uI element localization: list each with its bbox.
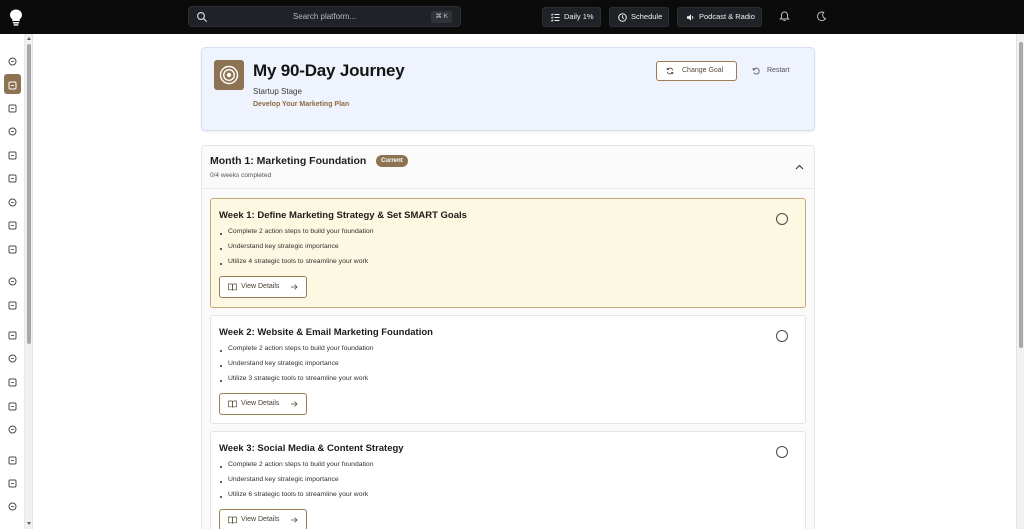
month-progress: 0/4 weeks completed bbox=[210, 172, 272, 179]
month-title: Month 1: Marketing Foundation bbox=[210, 155, 367, 167]
user-icon[interactable] bbox=[8, 479, 17, 488]
bullet-item: Complete 2 action steps to build your fo… bbox=[219, 461, 373, 476]
chevron-up-icon[interactable] bbox=[795, 163, 804, 172]
user-plus-icon[interactable] bbox=[8, 502, 17, 511]
bullet-item: Understand key strategic importance bbox=[219, 360, 373, 375]
main-content: My 90-Day Journey Startup Stage Develop … bbox=[34, 34, 1016, 529]
view-details-label: View Details bbox=[241, 283, 280, 290]
layers-icon[interactable] bbox=[8, 127, 17, 136]
refresh-icon bbox=[666, 67, 674, 75]
month-header[interactable]: Month 1: Marketing Foundation Current 0/… bbox=[202, 146, 814, 189]
book-open-icon bbox=[228, 516, 237, 524]
change-goal-button[interactable]: Change Goal bbox=[656, 61, 737, 81]
bullet-item: Utilize 3 strategic tools to streamline … bbox=[219, 375, 373, 390]
rotate-ccw-icon bbox=[752, 67, 760, 75]
view-details-label: View Details bbox=[241, 516, 280, 523]
week-title: Week 2: Website & Email Marketing Founda… bbox=[219, 327, 433, 338]
bullet-item: Complete 2 action steps to build your fo… bbox=[219, 345, 373, 360]
calendar-icon[interactable] bbox=[8, 198, 17, 207]
status-badge: Current bbox=[376, 155, 408, 167]
week-card: Week 2: Website & Email Marketing Founda… bbox=[210, 315, 806, 424]
view-details-label: View Details bbox=[241, 400, 280, 407]
video-icon[interactable] bbox=[8, 221, 17, 230]
book-open-icon bbox=[228, 400, 237, 408]
lightbulb-logo-icon[interactable] bbox=[9, 9, 23, 26]
bell-icon[interactable] bbox=[779, 11, 790, 22]
target-icon bbox=[214, 60, 244, 90]
search-shortcut: ⌘ K bbox=[431, 11, 452, 23]
briefcase-icon[interactable] bbox=[8, 104, 17, 113]
scroll-down-arrow-icon[interactable] bbox=[27, 522, 31, 525]
bullet-item: Understand key strategic importance bbox=[219, 243, 373, 258]
goal-card: My 90-Day Journey Startup Stage Develop … bbox=[201, 47, 815, 131]
view-details-button[interactable]: View Details bbox=[219, 509, 307, 529]
daily-label: Daily 1% bbox=[564, 12, 594, 21]
week-complete-radio[interactable] bbox=[776, 330, 788, 342]
week-complete-radio[interactable] bbox=[776, 213, 788, 225]
bar-chart-icon[interactable] bbox=[8, 174, 17, 183]
bullet-item: Complete 2 action steps to build your fo… bbox=[219, 228, 373, 243]
left-sidebar bbox=[0, 34, 25, 529]
view-details-button[interactable]: View Details bbox=[219, 393, 307, 415]
building-icon[interactable] bbox=[8, 378, 17, 387]
search-bar[interactable]: Search platform... ⌘ K bbox=[188, 6, 461, 27]
bullet-item: Utilize 6 strategic tools to streamline … bbox=[219, 491, 373, 506]
goal-subtitle: Develop Your Marketing Plan bbox=[253, 101, 350, 108]
top-bar: Search platform... ⌘ K Daily 1% Schedule… bbox=[0, 0, 1024, 34]
book-open-icon[interactable] bbox=[8, 301, 17, 310]
change-goal-label: Change Goal bbox=[682, 67, 724, 74]
moon-icon[interactable] bbox=[816, 11, 827, 22]
arrow-right-icon bbox=[291, 401, 298, 407]
bullet-item: Utilize 4 strategic tools to streamline … bbox=[219, 258, 373, 273]
view-details-button[interactable]: View Details bbox=[219, 276, 307, 298]
list-check-icon bbox=[551, 13, 560, 22]
check-circle-icon[interactable] bbox=[8, 456, 17, 465]
daily-button[interactable]: Daily 1% bbox=[542, 7, 601, 27]
schedule-label: Schedule bbox=[631, 12, 663, 21]
main-scrollbar[interactable] bbox=[1016, 34, 1024, 529]
podcast-label: Podcast & Radio bbox=[699, 12, 755, 21]
users-icon[interactable] bbox=[8, 331, 17, 340]
month-section: Month 1: Marketing Foundation Current 0/… bbox=[201, 145, 815, 529]
sidebar-scrollbar[interactable] bbox=[25, 34, 33, 529]
main-scroll-thumb[interactable] bbox=[1019, 42, 1023, 348]
book-icon[interactable] bbox=[8, 277, 17, 286]
restart-label: Restart bbox=[767, 67, 790, 74]
podcast-radio-button[interactable]: Podcast & Radio bbox=[677, 7, 762, 27]
arrow-right-icon bbox=[291, 517, 298, 523]
arrow-right-icon bbox=[291, 284, 298, 290]
goal-title: My 90-Day Journey bbox=[253, 61, 405, 80]
week-bullets: Complete 2 action steps to build your fo… bbox=[219, 345, 373, 390]
scroll-up-arrow-icon[interactable] bbox=[27, 37, 31, 40]
restart-button[interactable]: Restart bbox=[750, 61, 800, 81]
week-bullets: Complete 2 action steps to build your fo… bbox=[219, 228, 373, 273]
sidebar-scroll-thumb[interactable] bbox=[27, 44, 31, 344]
bullet-item: Understand key strategic importance bbox=[219, 476, 373, 491]
target-icon[interactable] bbox=[8, 81, 17, 90]
home-icon[interactable] bbox=[8, 57, 17, 66]
week-title: Week 3: Social Media & Content Strategy bbox=[219, 443, 404, 454]
book-open-icon bbox=[228, 283, 237, 291]
clock-icon bbox=[618, 13, 627, 22]
week-title: Week 1: Define Marketing Strategy & Set … bbox=[219, 210, 467, 221]
schedule-button[interactable]: Schedule bbox=[609, 7, 669, 27]
week-card: Week 1: Define Marketing Strategy & Set … bbox=[210, 198, 806, 308]
radio-icon[interactable] bbox=[8, 402, 17, 411]
week-bullets: Complete 2 action steps to build your fo… bbox=[219, 461, 373, 506]
week-complete-radio[interactable] bbox=[776, 446, 788, 458]
week-card: Week 3: Social Media & Content Strategy … bbox=[210, 431, 806, 529]
goal-stage: Startup Stage bbox=[253, 87, 302, 96]
award-icon[interactable] bbox=[8, 354, 17, 363]
zap-icon[interactable] bbox=[8, 151, 17, 160]
speaker-icon bbox=[687, 14, 694, 21]
puzzle-icon[interactable] bbox=[8, 245, 17, 254]
shield-icon[interactable] bbox=[8, 425, 17, 434]
search-placeholder: Search platform... bbox=[292, 12, 357, 21]
